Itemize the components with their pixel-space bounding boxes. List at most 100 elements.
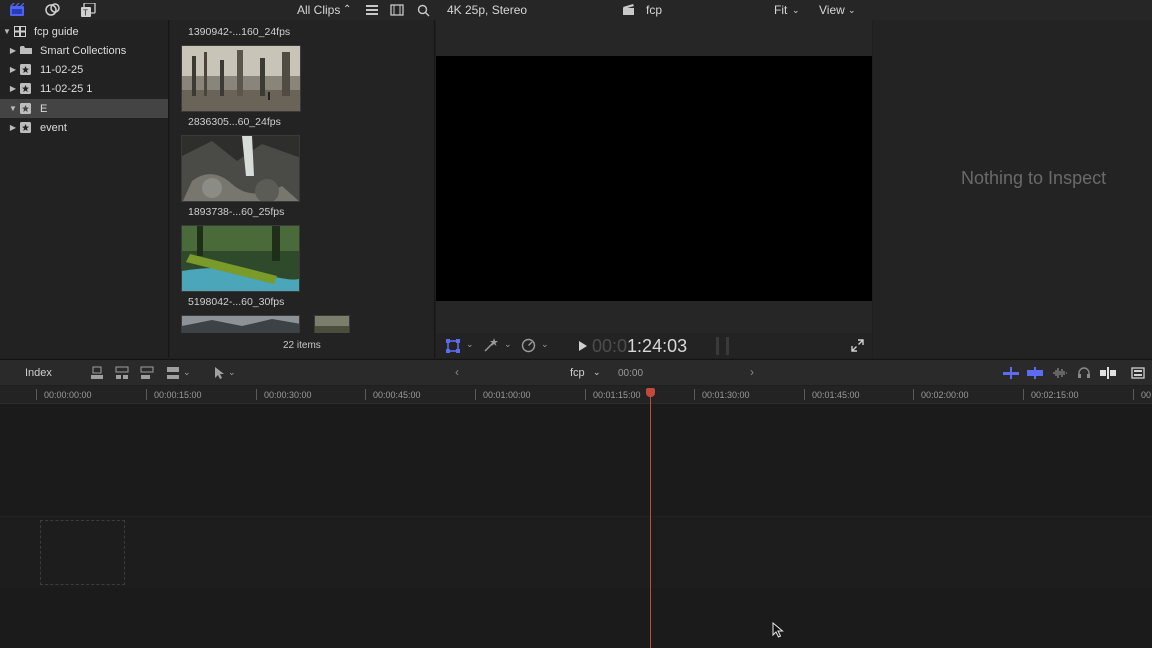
empty-storyline-placeholder[interactable] [40,520,125,585]
ruler-tick [694,389,695,400]
overwrite-clip-icon[interactable] [164,365,182,381]
select-tool-icon[interactable] [210,365,228,381]
ruler-tick [585,389,586,400]
connect-clip-icon[interactable] [88,365,106,381]
append-clip-icon[interactable] [138,365,156,381]
clip-name: 1390942-...160_24fps [188,26,291,38]
timeline-ruler[interactable]: 00:00:00:00 00:00:15:00 00:00:30:00 00:0… [0,386,1152,404]
disclosure-closed-icon[interactable]: ▶ [9,84,17,93]
items-count: 22 items [283,340,321,351]
chevron-updown-icon[interactable]: ⌃ [343,4,351,15]
retime-icon[interactable] [521,338,536,353]
fit-menu[interactable]: Fit [774,3,787,17]
ruler-tick [913,389,914,400]
ruler-label: 00:00:30:00 [264,390,312,400]
disclosure-closed-icon[interactable]: ▶ [9,123,17,132]
event-item[interactable]: ▶ 11-02-25 1 [0,79,168,98]
ruler-tick [256,389,257,400]
headphones-icon[interactable] [1075,365,1093,381]
event-label: 11-02-25 [40,63,84,76]
clip-name: 5198042-...60_30fps [188,296,285,308]
playhead[interactable] [650,390,651,648]
forward-arrow-icon[interactable]: › [750,365,754,379]
enhancements-wand-icon[interactable] [483,338,499,353]
list-view-icon[interactable] [363,2,381,18]
ruler-tick [36,389,37,400]
event-icon [20,103,32,114]
clip-filter-menu[interactable]: All Clips [297,3,340,17]
viewer: ⌄ ⌄ ⌄ 00:01:24:03 [436,20,872,358]
timeline-area[interactable] [0,404,1152,648]
event-label: event [40,121,67,134]
libraries-icon[interactable] [8,2,26,18]
event-icon [20,83,32,94]
chevron-down-icon[interactable]: ⌄ [848,5,856,16]
chevron-down-icon[interactable]: ⌄ [504,339,512,350]
clip-name: 1893738-...60_25fps [188,206,285,218]
clip-thumbnail[interactable] [181,315,300,333]
clip-thumbnail[interactable] [181,45,301,112]
clip-name: 2836305...60_24fps [188,116,281,128]
clip-thumbnail[interactable] [181,225,300,292]
event-item-selected[interactable]: ▼ E [0,99,168,118]
ruler-label: 00:00:15:00 [154,390,202,400]
disclosure-open-icon[interactable]: ▼ [9,104,17,113]
smart-collections-label: Smart Collections [40,44,127,57]
titles-generators-icon[interactable]: T [79,2,97,18]
clip-thumbnail[interactable] [181,135,300,202]
transform-icon[interactable] [446,339,460,353]
clapper-icon [619,2,637,18]
audio-meter-left [716,337,719,355]
folder-icon [20,45,32,56]
smart-collections-item[interactable]: ▶ Smart Collections [0,41,168,60]
clip-browser: 1390942-...160_24fps 2836305...60_24fps … [170,20,435,358]
chevron-down-icon[interactable]: ⌄ [593,367,601,378]
ruler-label: 00:00:00:00 [44,390,92,400]
search-icon[interactable] [414,2,432,18]
video-canvas[interactable] [436,56,872,301]
disclosure-closed-icon[interactable]: ▶ [9,65,17,74]
waveform-icon[interactable] [1051,365,1069,381]
clip-appearance-icon[interactable] [1129,365,1147,381]
chevron-down-icon[interactable]: ⌄ [183,367,191,378]
filmstrip-view-icon[interactable] [388,2,406,18]
libraries-sidebar: ▼ fcp guide ▶ Smart Collections ▶ 11-02-… [0,20,169,358]
chevron-down-icon[interactable]: ⌄ [466,339,474,350]
timeline-toolbar: Index ⌄ ⌄ ‹ fcp ⌄ 00:00 › [0,359,1152,385]
library-item[interactable]: ▼ fcp guide [0,22,168,41]
timecode-display[interactable]: 00:01:24:03 [592,336,687,357]
back-arrow-icon[interactable]: ‹ [455,365,459,379]
index-button[interactable]: Index [25,367,52,379]
fullscreen-icon[interactable] [851,339,864,352]
ruler-label: 00:02:15:00 [1031,390,1079,400]
snapping-icon[interactable] [1099,365,1117,381]
audio-skimming-icon[interactable] [1026,365,1044,381]
timecode-dim: 00:0 [592,336,628,356]
ruler-label: 00:00:45:00 [373,390,421,400]
event-item[interactable]: ▶ event [0,118,168,137]
photos-audio-icon[interactable] [44,2,62,18]
event-item[interactable]: ▶ 11-02-25 [0,60,168,79]
project-format: 4K 25p, Stereo [447,3,528,17]
insert-clip-icon[interactable] [113,365,131,381]
ruler-label: 00:01:15:00 [593,390,641,400]
library-label: fcp guide [34,25,79,38]
primary-storyline[interactable] [0,516,1152,588]
view-menu[interactable]: View [819,3,845,17]
skimming-icon[interactable] [1002,365,1020,381]
chevron-down-icon[interactable]: ⌄ [541,339,549,350]
play-icon[interactable] [578,341,588,351]
top-toolbar: T All Clips ⌃ 4K 25p, Stereo fcp Fit ⌄ V… [0,0,1152,20]
disclosure-closed-icon[interactable]: ▶ [9,46,17,55]
chevron-down-icon[interactable]: ⌄ [228,367,236,378]
timeline-project-name[interactable]: fcp [570,367,585,379]
library-icon [14,26,26,37]
viewer-controls: ⌄ ⌄ ⌄ 00:01:24:03 [436,333,872,358]
disclosure-open-icon[interactable]: ▼ [3,27,11,36]
svg-text:T: T [83,9,88,18]
chevron-down-icon[interactable]: ⌄ [792,5,800,16]
ruler-label: 00 [1141,390,1152,400]
clip-thumbnail[interactable] [314,315,350,333]
ruler-tick [146,389,147,400]
ruler-tick [475,389,476,400]
